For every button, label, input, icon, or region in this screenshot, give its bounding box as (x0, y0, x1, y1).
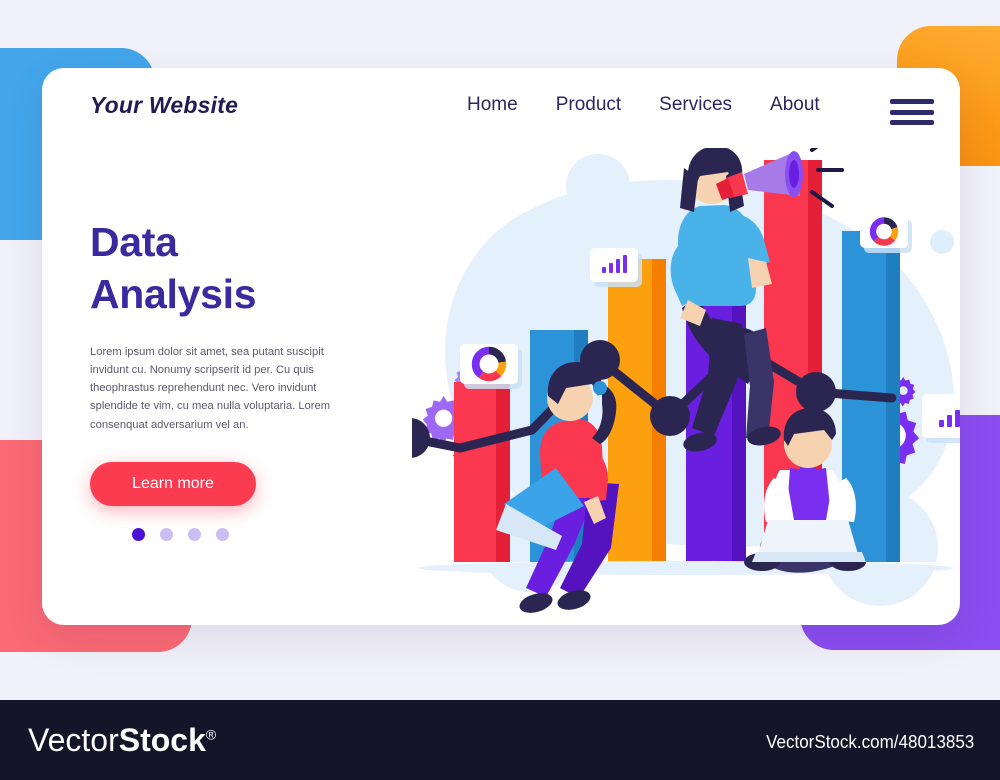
bar-chart-icon-card-top (590, 248, 638, 282)
pagination-dot-2[interactable] (160, 527, 173, 541)
background-circle-top (566, 154, 630, 218)
hero-paragraph: Lorem ipsum dolor sit amet, sea putant s… (90, 345, 331, 431)
nav-item-about[interactable]: About (770, 94, 820, 116)
donut-chart-icon (869, 217, 899, 246)
hamburger-icon[interactable] (890, 96, 934, 128)
nav-item-services[interactable]: Services (659, 94, 732, 116)
page-root: Your Website Home Product Services About… (0, 0, 1000, 780)
landing-page-card: Your Website Home Product Services About… (42, 68, 960, 625)
pagination-dot-3[interactable] (188, 527, 201, 541)
hamburger-bar-2 (890, 109, 934, 115)
donut-chart-icon (471, 346, 507, 382)
wm-logo-bold: Stock (118, 722, 206, 758)
donut-chart-icon-card-top (860, 215, 908, 248)
hamburger-bar-1 (890, 99, 934, 104)
brand-logo[interactable]: Your Website (90, 92, 238, 119)
learn-more-button[interactable]: Learn more (90, 461, 256, 506)
bar-chart-icon (938, 405, 961, 427)
wm-logo-light: Vector (28, 722, 119, 758)
donut-chart-icon-card-left (460, 344, 518, 384)
bar-1 (454, 382, 510, 562)
vectorstock-watermark-bar: VectorStock® VectorStock.com/48013853 (0, 700, 1000, 780)
floor-shadow (418, 561, 954, 575)
bar-chart-icon (601, 255, 627, 273)
hamburger-bar-3 (890, 120, 934, 125)
page-title-line-2: Analysis (90, 271, 257, 318)
pagination-dot-4[interactable] (216, 527, 229, 541)
page-title-line-1: Data (90, 219, 178, 265)
vectorstock-logo: VectorStock® (28, 722, 216, 759)
hero-copy-block: Data Analysis Lorem ipsum dolor sit amet… (90, 216, 390, 541)
nav-item-home[interactable]: Home (467, 94, 518, 116)
carousel-pagination (132, 527, 390, 541)
pagination-dot-1[interactable] (132, 527, 145, 541)
wm-registered-mark: ® (205, 726, 217, 743)
bar-chart-icon-card-right (922, 394, 960, 438)
background-circle-small (930, 230, 954, 254)
vectorstock-url: VectorStock.com/48013853 (765, 731, 974, 752)
data-analysis-illustration (412, 148, 960, 625)
main-navigation: Home Product Services About (467, 94, 820, 116)
nav-item-product[interactable]: Product (556, 94, 621, 116)
